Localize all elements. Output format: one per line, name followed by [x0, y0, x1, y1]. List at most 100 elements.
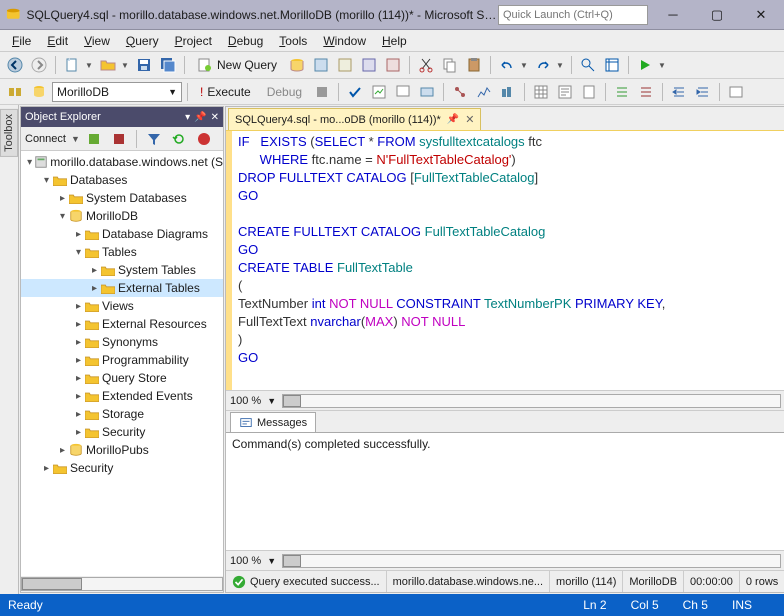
nav-fwd-button[interactable]	[28, 54, 50, 76]
indent-button[interactable]	[668, 81, 690, 103]
estimated-plan-button[interactable]	[368, 81, 390, 103]
specify-values-button[interactable]	[725, 81, 747, 103]
live-stats-button[interactable]	[473, 81, 495, 103]
xmla-button[interactable]	[382, 54, 404, 76]
database-combo[interactable]: MorilloDB ▼	[52, 82, 182, 102]
tree-node[interactable]: ▸Security	[21, 423, 223, 441]
comment-button[interactable]	[611, 81, 633, 103]
available-db-button[interactable]	[28, 81, 50, 103]
maximize-button[interactable]: ▢	[700, 4, 734, 26]
status-ins: INS	[732, 598, 752, 612]
pin-small-icon[interactable]: 📌	[447, 114, 459, 125]
paste-button[interactable]	[463, 54, 485, 76]
redo-button[interactable]	[532, 54, 554, 76]
uncomment-button[interactable]	[635, 81, 657, 103]
tab-close-icon[interactable]: ✕	[465, 113, 474, 126]
tree-node[interactable]: ▸MorilloPubs	[21, 441, 223, 459]
toolbox-tab[interactable]: Toolbox	[0, 105, 19, 594]
menu-file[interactable]: File	[4, 32, 39, 50]
query-status-user: morillo (114)	[550, 571, 623, 592]
outdent-button[interactable]	[692, 81, 714, 103]
execute-button[interactable]: ! Execute	[193, 81, 258, 103]
chevron-down-icon[interactable]: ▼	[71, 134, 80, 144]
tree-node[interactable]: ▸Query Store	[21, 369, 223, 387]
save-button[interactable]	[133, 54, 155, 76]
messages-hscroll[interactable]	[282, 554, 781, 568]
parse-button[interactable]	[344, 81, 366, 103]
close-button[interactable]: ✕	[744, 4, 778, 26]
tree-node[interactable]: ▾morillo.database.windows.net (S	[21, 153, 223, 171]
menu-query[interactable]: Query	[118, 32, 167, 50]
editor-tab-active[interactable]: SQLQuery4.sql - mo...oDB (morillo (114))…	[228, 108, 481, 130]
menu-tools[interactable]: Tools	[271, 32, 315, 50]
minimize-button[interactable]: ─	[656, 4, 690, 26]
menu-project[interactable]: Project	[167, 32, 220, 50]
query-options-button[interactable]	[392, 81, 414, 103]
debug-button[interactable]: Debug	[260, 81, 309, 103]
actual-plan-button[interactable]	[449, 81, 471, 103]
tree-node[interactable]: ▸Security	[21, 459, 223, 477]
menu-debug[interactable]: Debug	[220, 32, 271, 50]
menu-window[interactable]: Window	[315, 32, 374, 50]
tree-node[interactable]: ▸System Databases	[21, 189, 223, 207]
tree-node[interactable]: ▾MorilloDB	[21, 207, 223, 225]
copy-button[interactable]	[439, 54, 461, 76]
find-button[interactable]	[577, 54, 599, 76]
open-button[interactable]	[97, 54, 119, 76]
tree-node[interactable]: ▸Storage	[21, 405, 223, 423]
results-file-button[interactable]	[578, 81, 600, 103]
filter-button[interactable]	[143, 128, 165, 150]
start-button[interactable]	[634, 54, 656, 76]
object-explorer-header: Object Explorer ▾ 📌 ✕	[21, 107, 223, 127]
tree-node[interactable]: ▸External Tables	[21, 279, 223, 297]
intellisense-button[interactable]	[416, 81, 438, 103]
tree-node[interactable]: ▸Extended Events	[21, 387, 223, 405]
chevron-down-icon[interactable]: ▼	[267, 396, 276, 406]
tree-node[interactable]: ▸External Resources	[21, 315, 223, 333]
cancel-query-button[interactable]	[311, 81, 333, 103]
nav-back-button[interactable]	[4, 54, 26, 76]
save-all-button[interactable]	[157, 54, 179, 76]
tree-node[interactable]: ▾Tables	[21, 243, 223, 261]
dmx-button[interactable]	[358, 54, 380, 76]
menu-view[interactable]: View	[76, 32, 118, 50]
tree-node[interactable]: ▸Programmability	[21, 351, 223, 369]
tree-node[interactable]: ▸Database Diagrams	[21, 225, 223, 243]
tree-node[interactable]: ▸Views	[21, 297, 223, 315]
quick-launch[interactable]	[498, 5, 648, 25]
quick-launch-input[interactable]	[498, 5, 648, 25]
cut-button[interactable]	[415, 54, 437, 76]
chevron-down-icon[interactable]: ▼	[267, 556, 276, 566]
menu-help[interactable]: Help	[374, 32, 415, 50]
stop-button[interactable]	[193, 128, 215, 150]
toolbar-1: ▼ ▼ New Query ▼ ▼ ▼	[0, 52, 784, 79]
results-text-button[interactable]	[554, 81, 576, 103]
change-connection-button[interactable]	[4, 81, 26, 103]
panel-close-icon[interactable]: ✕	[211, 112, 219, 123]
messages-tab[interactable]: Messages	[230, 412, 316, 432]
tree-node[interactable]: ▸System Tables	[21, 261, 223, 279]
explorer-hscroll[interactable]	[21, 576, 223, 592]
undo-button[interactable]	[496, 54, 518, 76]
disconnect-button[interactable]	[108, 128, 130, 150]
tree-node[interactable]: ▸Synonyms	[21, 333, 223, 351]
panel-menu-icon[interactable]: ▾	[185, 112, 190, 123]
query-status-db: MorilloDB	[623, 571, 684, 592]
connect-obj-explorer-button[interactable]	[83, 128, 105, 150]
messages-body[interactable]: Command(s) completed successfully.	[226, 432, 784, 550]
editor-hscroll[interactable]	[282, 394, 781, 408]
client-stats-button[interactable]	[497, 81, 519, 103]
new-item-button[interactable]	[61, 54, 83, 76]
as-query-button[interactable]	[310, 54, 332, 76]
properties-button[interactable]	[601, 54, 623, 76]
pin-icon[interactable]: 📌	[194, 112, 206, 123]
refresh-button[interactable]	[168, 128, 190, 150]
menu-edit[interactable]: Edit	[39, 32, 76, 50]
new-query-button[interactable]: New Query	[190, 54, 284, 76]
sql-editor[interactable]: IF EXISTS (SELECT * FROM sysfulltextcata…	[232, 131, 784, 390]
tree-node[interactable]: ▾Databases	[21, 171, 223, 189]
results-grid-button[interactable]	[530, 81, 552, 103]
db-engine-query-button[interactable]	[286, 54, 308, 76]
object-tree[interactable]: ▾morillo.database.windows.net (S▾Databas…	[21, 151, 223, 576]
mdx-button[interactable]	[334, 54, 356, 76]
